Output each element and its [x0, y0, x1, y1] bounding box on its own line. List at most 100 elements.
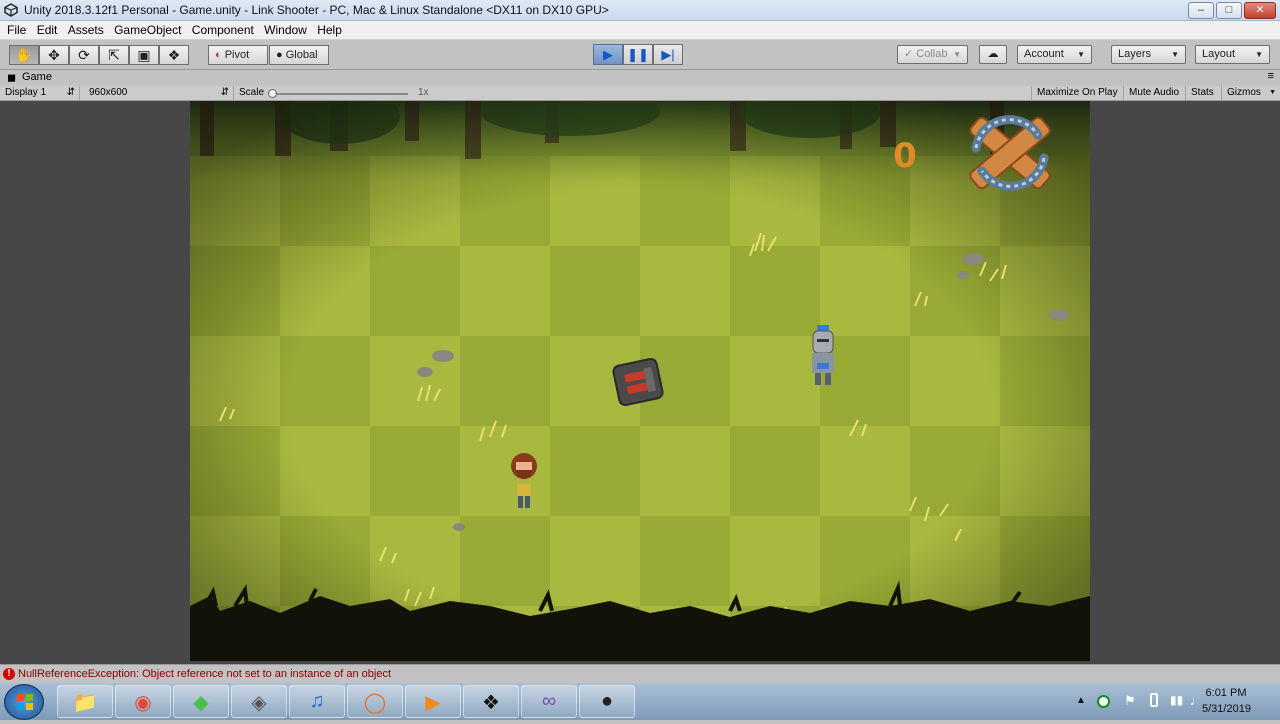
- taskbar-button-unity[interactable]: ❖: [463, 685, 519, 718]
- global-icon: ●: [276, 49, 283, 61]
- taskbar-button-visual-studio[interactable]: ∞: [521, 685, 577, 718]
- clock-date: 5/31/2019: [1202, 703, 1251, 715]
- global-label: Global: [285, 49, 318, 61]
- display-dropdown[interactable]: Display 1 ⇵: [0, 86, 80, 101]
- move-icon: ✥: [48, 47, 60, 63]
- windows-taskbar: 📁 ◉ ◆ ◈ ♫ ◯ ▶ ❖ ∞ ● ▲ ⚑ ▮▮ ♩ 6:01 PM 5/31/2019: [0, 683, 1280, 720]
- collab-button[interactable]: ✓ Collab ▼: [897, 45, 968, 64]
- display-label: Display 1: [5, 87, 47, 98]
- clock-time: 6:01 PM: [1205, 687, 1247, 699]
- hand-icon: ✋: [15, 47, 33, 63]
- score-counter: 0: [893, 136, 917, 176]
- menu-help[interactable]: Help: [317, 21, 342, 37]
- maximize-button[interactable]: □: [1216, 2, 1242, 19]
- scale-tool-button[interactable]: ⇱: [99, 45, 129, 65]
- chevron-down-icon: ▼: [953, 50, 961, 59]
- taskbar-button-obs[interactable]: ●: [579, 685, 635, 718]
- menu-assets[interactable]: Assets: [68, 21, 104, 37]
- hand-tool-button[interactable]: ✋: [9, 45, 39, 65]
- obs-icon: ●: [600, 690, 614, 712]
- stats-toggle[interactable]: Stats: [1186, 86, 1222, 101]
- signal-icon[interactable]: ▮▮: [1170, 693, 1183, 707]
- pivot-label: Pivot: [224, 49, 250, 61]
- tab-game[interactable]: Game: [22, 71, 52, 83]
- taskbar-button-sims[interactable]: ◆: [173, 685, 229, 718]
- taskbar-button-chrome[interactable]: ◉: [115, 685, 171, 718]
- flag-icon[interactable]: ⚑: [1124, 693, 1136, 709]
- move-tool-button[interactable]: ✥: [39, 45, 69, 65]
- global-toggle[interactable]: ● Global: [269, 45, 329, 65]
- start-button[interactable]: [4, 684, 44, 720]
- window-titlebar: Unity 2018.3.12f1 Personal - Game.unity …: [0, 0, 1280, 21]
- chevron-updown-icon: ⇵: [66, 87, 75, 98]
- taskbar-button-audition[interactable]: ♫: [289, 685, 345, 718]
- menu-bar: File Edit Assets GameObject Component Wi…: [0, 21, 1280, 40]
- pause-button[interactable]: ❚❚: [623, 44, 653, 65]
- taskbar-button-media-player[interactable]: ▶: [405, 685, 461, 718]
- resolution-label: 960x600: [89, 87, 128, 98]
- scale-slider-handle[interactable]: [268, 89, 277, 98]
- turret-item[interactable]: [612, 357, 664, 407]
- layers-dropdown[interactable]: Layers ▼: [1111, 45, 1186, 64]
- menu-component[interactable]: Component: [192, 21, 254, 37]
- console-status-bar[interactable]: ! NullReferenceException: Object referen…: [0, 664, 1280, 683]
- game-view: 0: [0, 101, 1280, 664]
- windows-logo-icon: [17, 694, 33, 710]
- resolution-dropdown[interactable]: 960x600 ⇵: [84, 86, 234, 101]
- error-icon: !: [3, 668, 15, 680]
- game-canvas[interactable]: 0: [190, 101, 1090, 661]
- pivot-toggle[interactable]: ◐ Pivot: [208, 45, 268, 65]
- chevron-updown-icon: ⇵: [220, 87, 229, 98]
- scale-value: 1x: [418, 87, 429, 98]
- maximize-label: Maximize On Play: [1037, 87, 1118, 98]
- mute-label: Mute Audio: [1129, 87, 1180, 98]
- chevron-down-icon: ▼: [1269, 89, 1276, 96]
- chrome-icon: ◉: [134, 692, 152, 714]
- gizmos-dropdown[interactable]: Gizmos ▼: [1222, 86, 1280, 101]
- battery-icon[interactable]: [1150, 693, 1158, 707]
- window-title: Unity 2018.3.12f1 Personal - Game.unity …: [24, 3, 609, 17]
- scale-slider-track[interactable]: [272, 93, 408, 95]
- minimize-button[interactable]: –: [1188, 2, 1214, 19]
- close-window-button[interactable]: ✕: [1244, 2, 1276, 19]
- step-button[interactable]: ▶|: [653, 44, 683, 65]
- taskbar-button-gimp[interactable]: ◈: [231, 685, 287, 718]
- mute-audio-toggle[interactable]: Mute Audio: [1124, 86, 1186, 101]
- check-icon: ✓: [904, 48, 914, 60]
- game-tab-header: ◼ Game ≡: [0, 70, 1280, 86]
- scale-icon: ⇱: [108, 47, 120, 63]
- chevron-down-icon: ▼: [1255, 50, 1263, 59]
- taskbar-button-explorer[interactable]: 📁: [57, 685, 113, 718]
- tray-expand-icon[interactable]: ▲: [1076, 695, 1086, 706]
- account-dropdown[interactable]: Account ▼: [1017, 45, 1092, 64]
- clock[interactable]: 6:01 PM 5/31/2019: [1202, 687, 1251, 715]
- stats-label: Stats: [1191, 87, 1214, 98]
- menu-window[interactable]: Window: [264, 21, 307, 37]
- cloud-button[interactable]: ☁: [979, 45, 1007, 64]
- layers-label: Layers: [1118, 48, 1152, 60]
- console-error-message[interactable]: NullReferenceException: Object reference…: [18, 668, 391, 680]
- origin-icon: ◯: [363, 692, 387, 714]
- play-button[interactable]: ▶: [593, 44, 623, 65]
- rotate-icon: ⟳: [78, 47, 90, 63]
- menu-file[interactable]: File: [7, 21, 26, 37]
- maximize-on-play-toggle[interactable]: Maximize On Play: [1031, 86, 1124, 101]
- gimp-icon: ◈: [251, 692, 267, 714]
- taskbar-button-origin[interactable]: ◯: [347, 685, 403, 718]
- menu-gameobject[interactable]: GameObject: [114, 21, 181, 37]
- layout-dropdown[interactable]: Layout ▼: [1195, 45, 1270, 64]
- tab-menu-icon[interactable]: ≡: [1268, 70, 1274, 82]
- gizmos-label: Gizmos: [1227, 87, 1261, 98]
- tray-app-icon[interactable]: [1097, 695, 1110, 708]
- unity-icon: ❖: [482, 692, 500, 714]
- transform-tool-button[interactable]: ❖: [159, 45, 189, 65]
- menu-edit[interactable]: Edit: [37, 21, 58, 37]
- main-toolbar: ✋ ✥ ⟳ ⇱ ▣ ❖ ◐ Pivot ● Global ▶ ❚❚ ▶| ✓ C…: [0, 40, 1280, 70]
- step-icon: ▶|: [661, 47, 675, 62]
- scale-control: Scale 1x: [234, 86, 434, 101]
- chevron-down-icon: ▼: [1171, 50, 1179, 59]
- rotate-tool-button[interactable]: ⟳: [69, 45, 99, 65]
- scale-label: Scale: [239, 87, 265, 98]
- game-scene: 0: [190, 101, 1090, 661]
- rect-tool-button[interactable]: ▣: [129, 45, 159, 65]
